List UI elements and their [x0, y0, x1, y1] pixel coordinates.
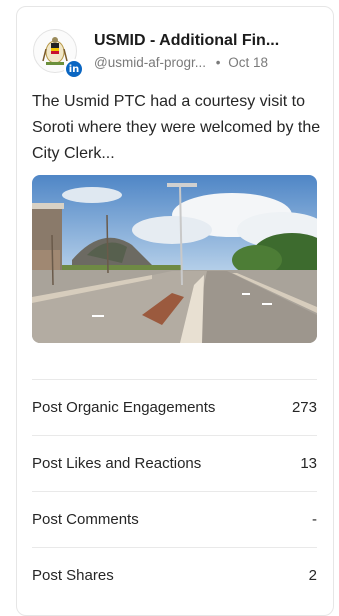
post-image[interactable]	[32, 175, 317, 343]
metric-value: 273	[291, 399, 317, 416]
metric-value: -	[312, 511, 317, 528]
metric-label: Post Comments	[32, 511, 139, 528]
post-card[interactable]: in USMID - Additional Fin... @usmid-af-p…	[16, 6, 334, 616]
metric-label: Post Shares	[32, 567, 114, 584]
metric-row-likes-reactions: Post Likes and Reactions 13	[32, 435, 317, 491]
post-date: Oct 18	[228, 55, 269, 70]
metric-label: Post Likes and Reactions	[32, 455, 202, 472]
metric-value: 2	[308, 567, 317, 584]
linkedin-icon: in	[64, 59, 84, 79]
metric-value: 13	[300, 455, 317, 472]
metric-row-shares: Post Shares 2	[32, 547, 317, 603]
meta-separator: •	[215, 55, 221, 70]
account-avatar[interactable]: in	[33, 29, 84, 79]
account-name[interactable]: USMID - Additional Fin...	[94, 32, 324, 50]
road-photo-icon	[32, 175, 317, 343]
account-handle: @usmid-af-progr...	[94, 55, 206, 70]
post-text[interactable]: The Usmid PTC had a courtesy visit to So…	[32, 89, 332, 167]
metric-row-comments: Post Comments -	[32, 491, 317, 547]
metric-label: Post Organic Engagements	[32, 399, 216, 416]
post-meta: @usmid-af-progr... • Oct 18	[94, 55, 324, 70]
metrics-list: Post Organic Engagements 273 Post Likes …	[32, 379, 317, 603]
metric-row-organic-engagements: Post Organic Engagements 273	[32, 379, 317, 435]
